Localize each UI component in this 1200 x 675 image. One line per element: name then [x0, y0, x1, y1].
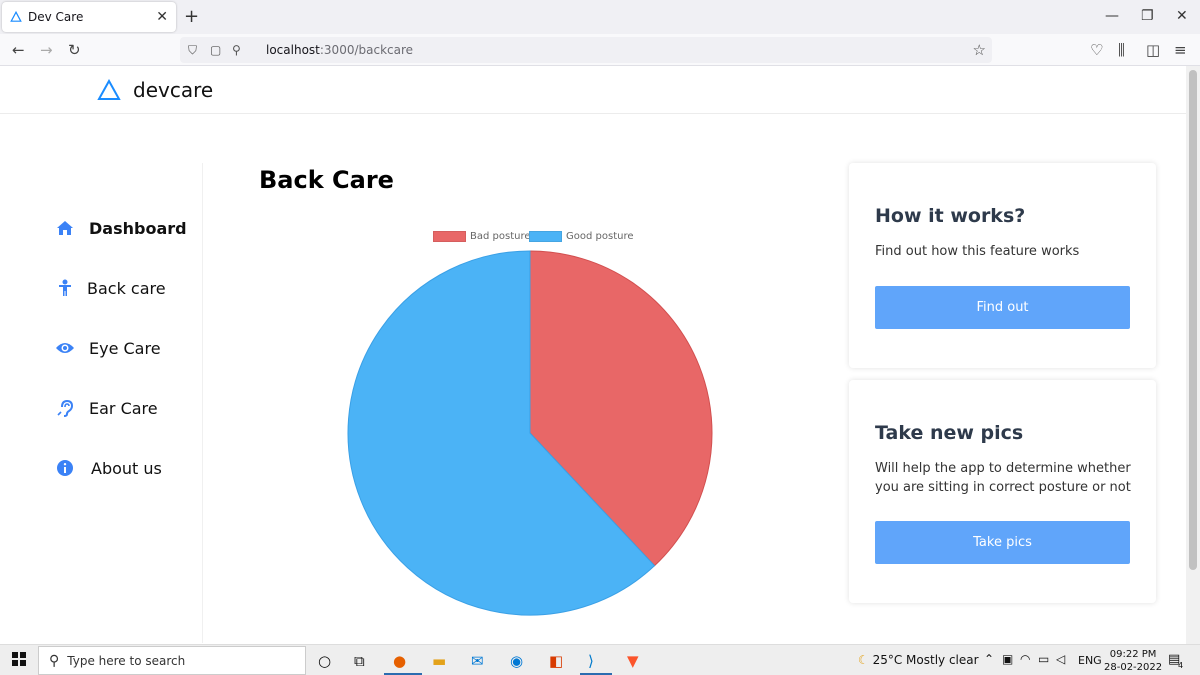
menu-icon[interactable]: ≡: [1174, 41, 1187, 59]
battery-icon[interactable]: ▭: [1038, 652, 1049, 666]
windows-start-icon[interactable]: [12, 652, 26, 670]
scrollbar-thumb[interactable]: [1189, 70, 1197, 570]
wifi-icon[interactable]: ◠: [1020, 652, 1030, 666]
new-tab-button[interactable]: +: [184, 6, 199, 27]
weather-text: 25°C Mostly clear: [872, 653, 979, 667]
legend-label: Bad posture: [470, 231, 531, 242]
sidebar-item-label: About us: [91, 458, 162, 478]
sidebar-item-label: Eye Care: [89, 338, 161, 358]
take-new-pics-card: Take new pics Will help the app to deter…: [849, 380, 1156, 603]
office-icon[interactable]: ◧: [549, 652, 563, 670]
legend-swatch: [433, 231, 466, 242]
vscode-icon[interactable]: ⟩: [588, 652, 594, 670]
info-icon: [55, 458, 75, 478]
legend-item-good-posture[interactable]: Good posture: [529, 231, 634, 242]
card-title: How it works?: [875, 205, 1026, 227]
card-text: Find out how this feature works: [875, 244, 1080, 259]
clock-date: 28-02-2022: [1104, 662, 1163, 673]
sidebar-item-label: Ear Care: [89, 398, 158, 418]
posture-pie-chart: [347, 250, 713, 616]
person-icon: [55, 278, 75, 298]
back-arrow-icon[interactable]: ←: [12, 41, 25, 59]
page-scrollbar[interactable]: [1186, 66, 1200, 644]
card-title: Take new pics: [875, 422, 1024, 444]
sidebar-item-dashboard[interactable]: Dashboard: [55, 218, 187, 238]
reload-icon[interactable]: ↻: [68, 41, 81, 59]
library-icon[interactable]: ⫼: [1118, 41, 1125, 59]
tab-title: Dev Care: [28, 10, 84, 24]
search-placeholder: Type here to search: [67, 653, 186, 668]
page-title: Back Care: [259, 166, 394, 194]
minimize-button[interactable]: —: [1105, 8, 1119, 24]
sidebar-toggle-icon[interactable]: ◫: [1146, 41, 1160, 59]
legend-item-bad-posture[interactable]: Bad posture: [433, 231, 531, 242]
shield-icon[interactable]: ⛉: [188, 43, 197, 58]
devcare-logo-icon[interactable]: [97, 79, 121, 101]
browser-nav-bar: ← → ↻ ⛉ ▢ ⚲ localhost:3000/backcare ☆ ♡ …: [0, 34, 1200, 66]
home-icon: [55, 218, 75, 238]
windows-taskbar: ⚲ Type here to search ○ ⧉ ● ▬ ✉ ◉ ◧ ⟩ ▼ …: [0, 644, 1200, 675]
ear-icon: [55, 398, 75, 418]
sidebar-item-ear-care[interactable]: Ear Care: [55, 398, 158, 418]
take-pics-button[interactable]: Take pics: [875, 521, 1130, 564]
task-view-icon[interactable]: ⧉: [354, 652, 365, 670]
logo-text[interactable]: devcare: [133, 78, 213, 102]
clock[interactable]: 09:22 PM 28-02-2022: [1104, 648, 1162, 674]
pocket-icon[interactable]: ♡: [1090, 41, 1103, 59]
sidebar-item-label: Dashboard: [89, 218, 187, 238]
forward-arrow-icon[interactable]: →: [40, 41, 53, 59]
weather-widget[interactable]: ☾ 25°C Mostly clear: [858, 653, 979, 667]
sidebar-item-label: Back care: [87, 278, 166, 298]
mail-icon[interactable]: ✉: [471, 652, 484, 670]
brave-icon[interactable]: ▼: [627, 652, 639, 670]
file-explorer-icon[interactable]: ▬: [432, 652, 446, 670]
edge-icon[interactable]: ◉: [510, 652, 523, 670]
sidebar: Dashboard Back care Eye Care Ear Care Ab…: [0, 163, 203, 643]
app-header: devcare: [0, 66, 1186, 114]
page-icon: ▢: [210, 43, 222, 57]
tab-close-icon[interactable]: ✕: [156, 9, 168, 25]
moon-icon: ☾: [858, 653, 869, 667]
legend-swatch: [529, 231, 562, 242]
find-out-button[interactable]: Find out: [875, 286, 1130, 329]
sidebar-item-back-care[interactable]: Back care: [55, 278, 166, 298]
devcare-logo-icon: [10, 11, 22, 22]
browser-tab[interactable]: Dev Care ✕: [2, 2, 176, 32]
card-text: Will help the app to determine whether y…: [875, 461, 1131, 495]
browser-tab-bar: Dev Care ✕ + — ❐ ✕: [0, 0, 1200, 34]
permissions-icon[interactable]: ⚲: [232, 43, 241, 57]
address-bar[interactable]: ⛉ ▢ ⚲ localhost:3000/backcare ☆: [180, 37, 992, 63]
url-text[interactable]: localhost:3000/backcare: [266, 43, 413, 57]
url-path: :3000/backcare: [319, 43, 414, 57]
legend-label: Good posture: [566, 231, 634, 242]
chevron-up-icon[interactable]: ⌃: [984, 652, 994, 666]
sidebar-item-about-us[interactable]: About us: [55, 458, 162, 478]
bookmark-star-icon[interactable]: ☆: [973, 41, 986, 59]
clock-time: 09:22 PM: [1109, 649, 1157, 660]
search-icon: ⚲: [49, 652, 60, 669]
sidebar-item-eye-care[interactable]: Eye Care: [55, 338, 161, 358]
close-window-button[interactable]: ✕: [1176, 8, 1188, 24]
taskbar-search-input[interactable]: ⚲ Type here to search: [38, 646, 306, 675]
language-indicator[interactable]: ENG: [1078, 654, 1102, 667]
url-host: localhost: [266, 43, 320, 57]
cortana-icon[interactable]: ○: [318, 652, 331, 670]
how-it-works-card: How it works? Find out how this feature …: [849, 163, 1156, 368]
volume-icon[interactable]: ◁: [1056, 652, 1065, 666]
firefox-icon[interactable]: ●: [393, 652, 406, 670]
restore-button[interactable]: ❐: [1141, 8, 1154, 24]
meet-now-icon[interactable]: ▣: [1002, 652, 1013, 666]
notification-count: 4: [1178, 661, 1184, 670]
eye-icon: [55, 338, 75, 358]
